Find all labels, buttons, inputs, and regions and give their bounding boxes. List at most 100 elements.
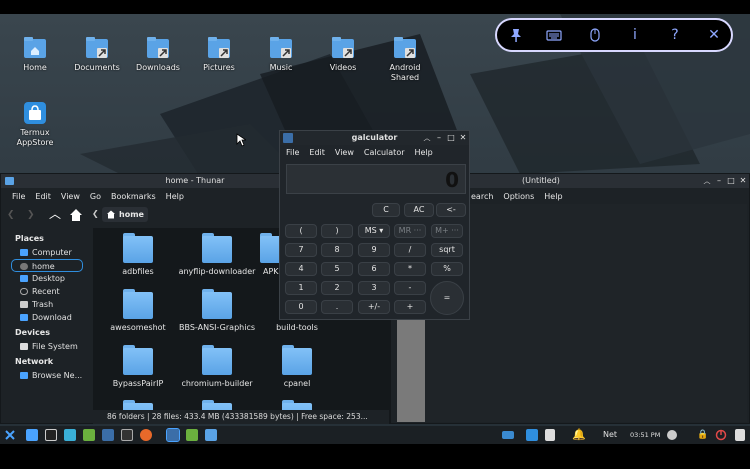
file-item[interactable]: chromium-builder: [172, 345, 262, 388]
forward-arrow-icon[interactable]: ❯: [27, 209, 41, 221]
sign-toggle-button[interactable]: +/-: [358, 300, 390, 314]
digit-2-button[interactable]: 2: [321, 281, 353, 295]
media-player-icon[interactable]: [121, 429, 133, 441]
menu-file[interactable]: File: [1, 189, 30, 205]
menu-view[interactable]: View: [330, 145, 359, 161]
calc-titlebar[interactable]: galculator ︿ – □ ✕: [280, 131, 469, 145]
sidebar-item-browse-network[interactable]: Browse Ne...: [7, 369, 87, 382]
settings-icon[interactable]: [735, 429, 745, 441]
power-icon[interactable]: [715, 429, 727, 441]
divide-button[interactable]: /: [394, 243, 426, 257]
subtract-button[interactable]: -: [394, 281, 426, 295]
sidebar-item-download[interactable]: Download: [7, 311, 87, 324]
show-desktop-icon[interactable]: [26, 429, 38, 441]
back-arrow-icon[interactable]: ❮: [7, 209, 21, 221]
menu-calculator[interactable]: Calculator: [359, 145, 410, 161]
sidebar-item-home[interactable]: home: [11, 259, 83, 272]
editor-text-area[interactable]: [425, 204, 747, 422]
sidebar-item-recent[interactable]: Recent: [7, 285, 87, 298]
close-icon[interactable]: ✕: [704, 26, 724, 44]
home-icon[interactable]: [69, 208, 83, 222]
firefox-icon[interactable]: [140, 429, 152, 441]
digit-3-button[interactable]: 3: [358, 281, 390, 295]
all-clear-button[interactable]: AC: [404, 203, 434, 217]
lparen-button[interactable]: (: [285, 224, 317, 238]
editor-task-icon[interactable]: [186, 429, 198, 441]
menu-go[interactable]: Go: [85, 189, 106, 205]
digit-6-button[interactable]: 6: [358, 262, 390, 276]
info-icon[interactable]: i: [625, 26, 645, 44]
digit-9-button[interactable]: 9: [358, 243, 390, 257]
sidebar-item-desktop[interactable]: Desktop: [7, 272, 87, 285]
user-avatar-icon[interactable]: [667, 430, 677, 440]
menu-help[interactable]: Help: [410, 145, 438, 161]
keyboard-layout-icon[interactable]: [502, 431, 514, 439]
up-arrow-icon[interactable]: ︿: [49, 207, 63, 221]
file-item[interactable]: cpanel: [252, 345, 342, 388]
path-left-arrow-icon[interactable]: ❮: [92, 209, 99, 218]
multiply-button[interactable]: *: [394, 262, 426, 276]
decimal-button[interactable]: .: [321, 300, 353, 314]
desktop-icon-music[interactable]: Music: [253, 36, 309, 73]
menu-edit[interactable]: Edit: [304, 145, 330, 161]
galculator-window[interactable]: galculator ︿ – □ ✕ File Edit View Calculato…: [279, 130, 470, 320]
minimize-icon[interactable]: –: [713, 174, 725, 188]
path-button-home[interactable]: home: [102, 207, 148, 222]
calculator-task-icon[interactable]: [166, 428, 180, 442]
file-item[interactable]: adbfiles: [93, 233, 183, 276]
equals-button[interactable]: =: [430, 281, 464, 315]
sidebar-item-trash[interactable]: Trash: [7, 298, 87, 311]
app-launcher-icon[interactable]: [102, 429, 114, 441]
digit-4-button[interactable]: 4: [285, 262, 317, 276]
digit-7-button[interactable]: 7: [285, 243, 317, 257]
help-icon[interactable]: ?: [665, 26, 685, 44]
digit-0-button[interactable]: 0: [285, 300, 317, 314]
file-manager-icon[interactable]: [64, 429, 76, 441]
desktop-icon-android-shared[interactable]: Android Shared: [377, 36, 433, 83]
maximize-icon[interactable]: □: [725, 174, 737, 188]
desktop-icon-home[interactable]: Home: [7, 36, 63, 73]
desktop-icon-termux-appstore[interactable]: Termux AppStore: [7, 101, 63, 148]
close-icon[interactable]: ✕: [737, 174, 749, 188]
clipboard-icon[interactable]: [545, 429, 555, 441]
sidebar-item-file-system[interactable]: File System: [7, 340, 87, 353]
digit-1-button[interactable]: 1: [285, 281, 317, 295]
file-item[interactable]: BypassPairIP: [93, 345, 183, 388]
rparen-button[interactable]: ): [321, 224, 353, 238]
pin-icon[interactable]: [506, 26, 526, 44]
file-item[interactable]: awesomeshot: [93, 289, 183, 332]
lock-icon[interactable]: 🔒: [697, 428, 708, 442]
mouse-icon[interactable]: [585, 26, 605, 44]
memory-recall-button[interactable]: MR ···: [394, 224, 426, 238]
menu-bookmarks[interactable]: Bookmarks: [106, 189, 161, 205]
menu-edit[interactable]: Edit: [30, 189, 56, 205]
file-item[interactable]: BBS-ANSI-Graphics: [172, 289, 262, 332]
file-item[interactable]: APK: [238, 233, 290, 276]
menu-options[interactable]: Options: [498, 189, 539, 205]
desktop-icon-downloads[interactable]: Downloads: [130, 36, 186, 73]
maximize-icon[interactable]: □: [445, 131, 457, 145]
app-menu-icon[interactable]: [4, 429, 16, 441]
clock[interactable]: 03:51 PM: [630, 428, 660, 442]
collapse-icon[interactable]: ︿: [421, 131, 433, 145]
desktop-icon-videos[interactable]: Videos: [315, 36, 371, 73]
backspace-button[interactable]: <-: [436, 203, 466, 217]
close-icon[interactable]: ✕: [457, 131, 469, 145]
desktop-icon-documents[interactable]: Documents: [69, 36, 125, 73]
text-editor-icon[interactable]: [83, 429, 95, 441]
memory-add-button[interactable]: M+ ···: [431, 224, 463, 238]
notes-icon[interactable]: [526, 429, 538, 441]
thunar-task-icon[interactable]: [205, 429, 217, 441]
notification-bell-icon[interactable]: 🔔: [572, 428, 586, 442]
minimize-icon[interactable]: –: [433, 131, 445, 145]
collapse-icon[interactable]: ︿: [701, 174, 713, 188]
clear-button[interactable]: C: [372, 203, 400, 217]
terminal-icon[interactable]: [45, 429, 57, 441]
keyboard-icon[interactable]: [544, 26, 564, 44]
digit-8-button[interactable]: 8: [321, 243, 353, 257]
digit-5-button[interactable]: 5: [321, 262, 353, 276]
desktop-icon-pictures[interactable]: Pictures: [191, 36, 247, 73]
menu-help[interactable]: Help: [539, 189, 567, 205]
sqrt-button[interactable]: sqrt: [431, 243, 463, 257]
memory-store-button[interactable]: MS ▾: [358, 224, 390, 238]
